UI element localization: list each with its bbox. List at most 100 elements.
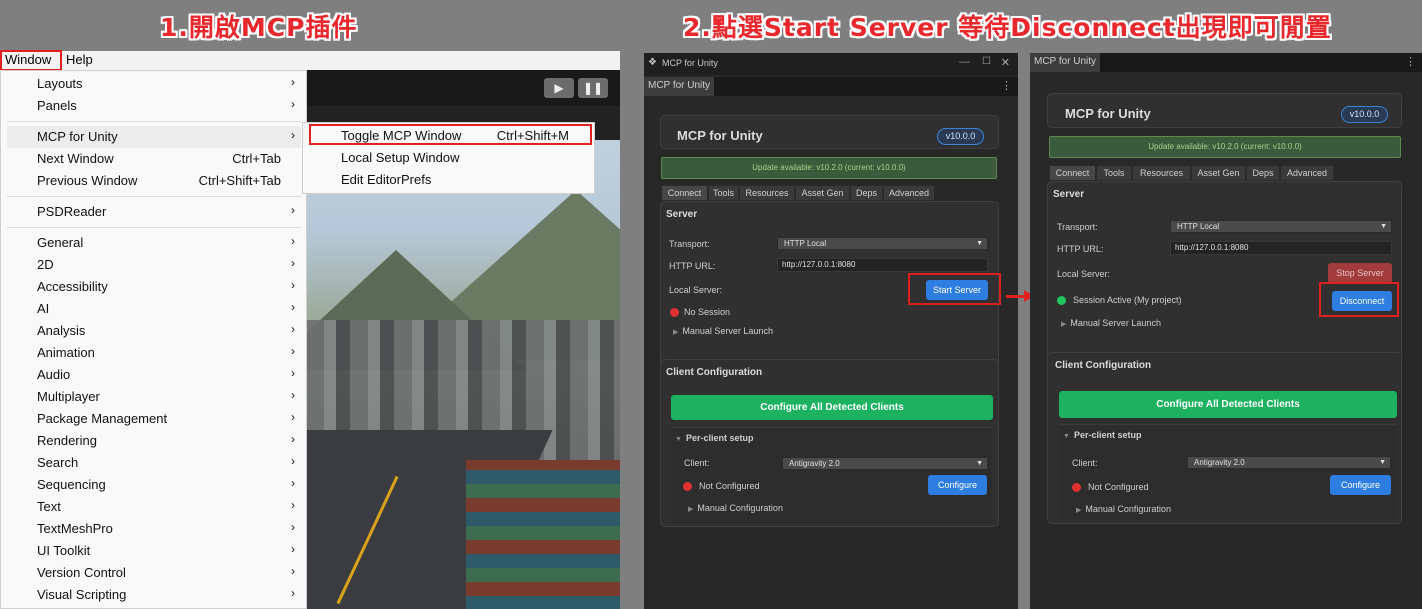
transport-label: Transport: bbox=[669, 239, 710, 249]
configure-all-clients-button[interactable]: Configure All Detected Clients bbox=[1059, 391, 1397, 418]
submenu-item-edit-editorprefs[interactable]: Edit EditorPrefs bbox=[309, 169, 589, 191]
client-dropdown[interactable]: Antigravity 2.0 ▼ bbox=[1187, 456, 1391, 469]
menu-item-next-window[interactable]: Next Window Ctrl+Tab bbox=[7, 148, 301, 170]
submenu-item-label: Local Setup Window bbox=[341, 150, 460, 165]
transport-dropdown[interactable]: HTTP Local ▼ bbox=[777, 237, 988, 250]
http-url-field[interactable]: http://127.0.0.1:8080 bbox=[1170, 241, 1392, 255]
chevron-right-icon: › bbox=[291, 97, 295, 111]
editor-tabbar: MCP for Unity ⋮ bbox=[1030, 53, 1422, 72]
status-dot-icon bbox=[1057, 296, 1066, 305]
tab-resources[interactable]: Resources bbox=[1132, 165, 1191, 181]
maximize-icon[interactable]: ☐ bbox=[982, 56, 991, 67]
menu-item-visual-scripting[interactable]: Visual Scripting › bbox=[7, 584, 301, 606]
tab-connect[interactable]: Connect bbox=[661, 185, 708, 201]
menu-item-ui-toolkit[interactable]: UI Toolkit › bbox=[7, 540, 301, 562]
tab-tools[interactable]: Tools bbox=[1096, 165, 1132, 181]
menu-item-text[interactable]: Text › bbox=[7, 496, 301, 518]
transition-arrow bbox=[1006, 295, 1026, 298]
stop-server-button[interactable]: Stop Server bbox=[1328, 263, 1392, 283]
menu-item-general[interactable]: General › bbox=[7, 232, 301, 254]
tab-resources[interactable]: Resources bbox=[739, 185, 795, 201]
configure-button[interactable]: Configure bbox=[1330, 475, 1391, 495]
close-icon[interactable]: ✕ bbox=[1001, 56, 1010, 69]
configure-all-clients-button[interactable]: Configure All Detected Clients bbox=[671, 395, 993, 420]
client-config-card: Client Configuration Configure All Detec… bbox=[660, 359, 999, 527]
per-client-foldout[interactable]: ▼ Per-client setup bbox=[1063, 430, 1141, 440]
menu-item-label: Audio bbox=[37, 367, 71, 382]
client-dropdown[interactable]: Antigravity 2.0 ▼ bbox=[782, 457, 988, 470]
kebab-menu-icon[interactable]: ⋮ bbox=[1001, 79, 1012, 92]
menu-item-label: UI Toolkit bbox=[37, 543, 91, 558]
manual-config-foldout[interactable]: ▶ Manual Configuration bbox=[688, 503, 783, 513]
menu-bar: Window Help bbox=[0, 51, 620, 70]
menu-item-accessibility[interactable]: Accessibility › bbox=[7, 276, 301, 298]
menu-item-search[interactable]: Search › bbox=[7, 452, 301, 474]
tab-advanced[interactable]: Advanced bbox=[1280, 165, 1334, 181]
transport-value: HTTP Local bbox=[1177, 222, 1220, 231]
manual-config-foldout[interactable]: ▶ Manual Configuration bbox=[1076, 504, 1171, 514]
caret-right-icon: ▶ bbox=[688, 506, 694, 513]
manual-server-launch-foldout[interactable]: ▶ Manual Server Launch bbox=[673, 326, 773, 336]
caret-down-icon: ▼ bbox=[675, 436, 682, 443]
client-value: Antigravity 2.0 bbox=[789, 459, 840, 468]
window-titlebar: ❖ MCP for Unity — ☐ ✕ bbox=[644, 53, 1018, 75]
tab-mcp-for-unity[interactable]: MCP for Unity bbox=[1030, 53, 1101, 72]
menu-help[interactable]: Help bbox=[66, 52, 93, 67]
menu-item-textmeshpro[interactable]: TextMeshPro › bbox=[7, 518, 301, 540]
minimize-icon[interactable]: — bbox=[959, 56, 970, 68]
menu-item-package-management[interactable]: Package Management › bbox=[7, 408, 301, 430]
tab-deps[interactable]: Deps bbox=[850, 185, 883, 201]
chevron-down-icon: ▼ bbox=[976, 240, 983, 247]
menu-separator bbox=[7, 121, 301, 122]
menu-item-psdreader[interactable]: PSDReader › bbox=[7, 201, 301, 223]
client-label: Client: bbox=[1072, 458, 1098, 468]
play-button[interactable]: ▶ bbox=[544, 78, 574, 98]
configure-button[interactable]: Configure bbox=[928, 475, 987, 495]
submenu-item-local-setup-window[interactable]: Local Setup Window bbox=[309, 147, 589, 169]
tab-advanced[interactable]: Advanced bbox=[883, 185, 935, 201]
tab-mcp-for-unity[interactable]: MCP for Unity bbox=[644, 77, 715, 96]
menu-item-2d[interactable]: 2D › bbox=[7, 254, 301, 276]
menu-item-mcp-for-unity[interactable]: MCP for Unity › bbox=[7, 126, 301, 148]
menu-item-version-control[interactable]: Version Control › bbox=[7, 562, 301, 584]
shipping-containers bbox=[466, 460, 620, 609]
mcp-window-after: MCP for Unity ⋮ MCP for Unity v10.0.0 Up… bbox=[1030, 53, 1422, 609]
menu-item-label: Search bbox=[37, 455, 79, 470]
http-url-field[interactable]: http://127.0.0.1:8080 bbox=[777, 258, 988, 272]
chevron-right-icon: › bbox=[291, 586, 295, 600]
chevron-right-icon: › bbox=[291, 520, 295, 534]
client-status-dot-icon bbox=[1072, 483, 1081, 492]
menu-item-audio[interactable]: Audio › bbox=[7, 364, 301, 386]
menu-item-panels[interactable]: Panels › bbox=[7, 95, 301, 117]
chevron-right-icon: › bbox=[291, 128, 295, 142]
chevron-right-icon: › bbox=[291, 344, 295, 358]
kebab-menu-icon[interactable]: ⋮ bbox=[1405, 55, 1416, 68]
menu-item-analysis[interactable]: Analysis › bbox=[7, 320, 301, 342]
tab-asset-gen[interactable]: Asset Gen bbox=[1191, 165, 1246, 181]
chevron-down-icon: ▼ bbox=[1380, 223, 1387, 230]
chevron-down-icon: ▼ bbox=[976, 460, 983, 467]
menu-item-multiplayer[interactable]: Multiplayer › bbox=[7, 386, 301, 408]
highlight-window-menu bbox=[0, 50, 62, 71]
pause-button[interactable]: ❚❚ bbox=[578, 78, 608, 98]
per-client-label: Per-client setup bbox=[1073, 430, 1142, 440]
chevron-right-icon: › bbox=[291, 498, 295, 512]
chevron-right-icon: › bbox=[291, 300, 295, 314]
tab-tools[interactable]: Tools bbox=[708, 185, 739, 201]
menu-item-sequencing[interactable]: Sequencing › bbox=[7, 474, 301, 496]
tab-connect[interactable]: Connect bbox=[1049, 165, 1096, 181]
tab-asset-gen[interactable]: Asset Gen bbox=[795, 185, 850, 201]
menu-item-rendering[interactable]: Rendering › bbox=[7, 430, 301, 452]
per-client-setup: ▼ Per-client setup Client: Antigravity 2.… bbox=[671, 427, 993, 523]
per-client-foldout[interactable]: ▼ Per-client setup bbox=[675, 433, 753, 443]
menu-item-animation[interactable]: Animation › bbox=[7, 342, 301, 364]
manual-server-launch-foldout[interactable]: ▶ Manual Server Launch bbox=[1061, 318, 1161, 328]
server-section-title: Server bbox=[1053, 189, 1085, 200]
menu-item-layouts[interactable]: Layouts › bbox=[7, 73, 301, 95]
menu-item-label: Layouts bbox=[37, 76, 83, 91]
menu-item-ai[interactable]: AI › bbox=[7, 298, 301, 320]
tab-deps[interactable]: Deps bbox=[1246, 165, 1280, 181]
transport-dropdown[interactable]: HTTP Local ▼ bbox=[1170, 220, 1392, 233]
status-dot-icon bbox=[670, 308, 679, 317]
menu-item-previous-window[interactable]: Previous Window Ctrl+Shift+Tab bbox=[7, 170, 301, 192]
